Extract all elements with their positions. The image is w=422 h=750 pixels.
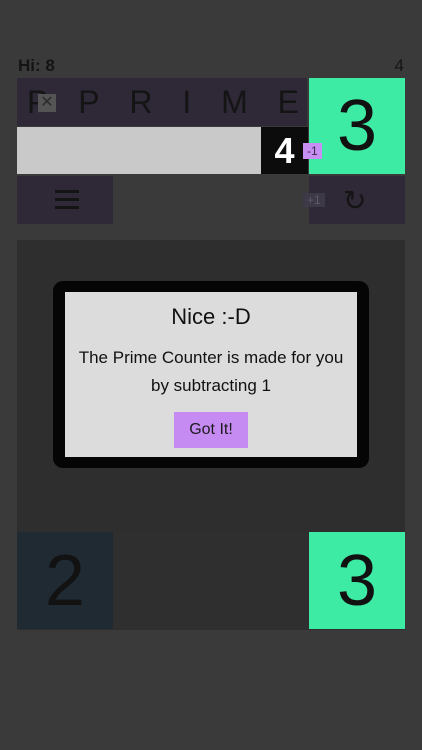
title-letters: P P R I M E (27, 82, 301, 122)
title-letter: P (78, 83, 102, 120)
title-letter: R (129, 83, 155, 120)
dialog-title: Nice :-D (171, 304, 251, 329)
title-banner: P P R I M E (17, 78, 307, 126)
minus-one-badge: -1 (303, 143, 322, 159)
board-tile-2[interactable]: 2 (17, 532, 113, 629)
got-it-button[interactable]: Got It! (174, 412, 248, 448)
close-icon[interactable]: ✕ (38, 94, 56, 112)
board-tile-3[interactable]: 3 (309, 532, 405, 629)
title-letter: I (182, 83, 194, 120)
top-prime-tile[interactable]: 3 (309, 78, 405, 174)
current-number-tile[interactable]: 4 (261, 127, 308, 174)
title-letter: M (221, 83, 250, 120)
dialog-message: The Prime Counter is made for you by sub… (78, 348, 344, 395)
title-letter: E (277, 83, 301, 120)
high-score: Hi: 8 (18, 56, 55, 75)
progress-bar (17, 127, 262, 174)
current-score: 4 (394, 56, 404, 75)
board-empty-cells (113, 532, 308, 630)
info-dialog: Nice :-D The Prime Counter is made for y… (65, 292, 357, 457)
plus-one-badge: +1 (303, 193, 325, 207)
restart-icon: ↻ (343, 185, 367, 216)
menu-button[interactable] (17, 176, 113, 224)
hamburger-icon (55, 190, 79, 210)
